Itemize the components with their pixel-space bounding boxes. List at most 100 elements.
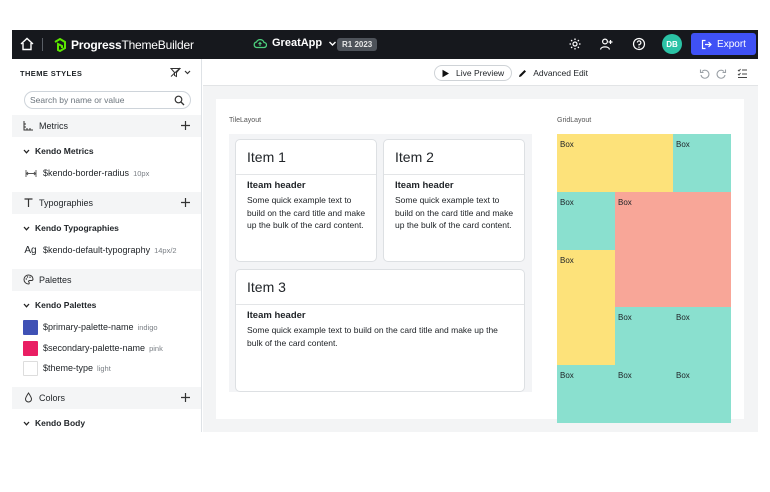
grid-box: Box <box>673 134 731 192</box>
add-typography-icon[interactable] <box>180 197 191 208</box>
add-user-icon[interactable] <box>599 37 613 51</box>
section-palettes[interactable]: Palettes <box>12 269 201 291</box>
grid-box: Box <box>615 192 731 307</box>
section-label: Metrics <box>39 121 68 131</box>
add-metric-icon[interactable] <box>180 120 191 131</box>
group-label: Kendo Palettes <box>35 300 97 310</box>
section-label: Palettes <box>39 275 72 285</box>
card-title: Item 1 <box>236 140 376 175</box>
checklist-icon[interactable] <box>737 68 748 79</box>
search-icon <box>174 95 185 106</box>
release-badge: R1 2023 <box>337 38 378 51</box>
filter-dropdown-icon[interactable] <box>170 67 192 78</box>
variable-value: indigo <box>137 322 158 332</box>
variable-name: $secondary-palette-name <box>43 343 146 353</box>
sidebar-title: THEME STYLES <box>20 69 83 78</box>
export-label: Export <box>717 38 746 50</box>
section-colors[interactable]: Colors <box>12 387 201 409</box>
grid-box: Box <box>557 192 615 250</box>
variable-value: light <box>97 363 111 373</box>
variable-kendo-default-typography[interactable]: Ag $kendo-default-typography 14px/2 <box>23 242 176 258</box>
app-name: GreatApp <box>272 37 323 49</box>
search-placeholder: Search by name or value <box>30 95 125 105</box>
app-window: ProgressThemeBuilder GreatApp R1 2023 DB… <box>12 30 758 432</box>
palette-icon <box>23 274 34 285</box>
section-typographies[interactable]: Typographies <box>12 192 201 214</box>
live-preview-button[interactable]: Live Preview <box>434 65 513 81</box>
group-kendo-palettes[interactable]: Kendo Palettes <box>23 300 96 310</box>
preview-toolbar: Live Preview Advanced Edit <box>203 59 758 86</box>
tile-layout-label: TileLayout <box>229 117 262 124</box>
tile-card-3[interactable]: Item 3 Iteam header Some quick example t… <box>235 269 525 392</box>
chevron-down-icon <box>329 41 337 46</box>
search-input[interactable]: Search by name or value <box>24 91 191 109</box>
group-label: Kendo Typographies <box>35 223 119 233</box>
export-icon <box>701 39 712 49</box>
undo-icon[interactable] <box>699 68 710 79</box>
ruler-icon <box>23 121 33 131</box>
group-kendo-body[interactable]: Kendo Body <box>23 418 85 428</box>
border-radius-icon <box>25 169 36 177</box>
typography-icon <box>24 198 33 207</box>
theme-styles-sidebar: THEME STYLES Search by name or value Met… <box>12 59 202 432</box>
typography-sample-icon: Ag <box>24 244 37 256</box>
variable-value: pink <box>149 343 163 353</box>
advanced-edit-label: Advanced Edit <box>533 68 589 78</box>
variable-kendo-border-radius[interactable]: $kendo-border-radius 10px <box>23 165 149 181</box>
live-preview-label: Live Preview <box>456 68 505 78</box>
section-label: Typographies <box>39 198 94 208</box>
variable-name: $kendo-default-typography <box>43 245 151 255</box>
section-label: Colors <box>39 393 66 403</box>
variable-primary-palette-name[interactable]: $primary-palette-name indigo <box>23 319 158 335</box>
grid-box: Box <box>673 365 731 423</box>
export-button[interactable]: Export <box>691 33 756 55</box>
home-icon[interactable] <box>19 36 35 52</box>
tile-card-2[interactable]: Item 2 Iteam header Some quick example t… <box>383 139 525 262</box>
preview-canvas: TileLayout GridLayout Item 1 Iteam heade… <box>216 99 744 423</box>
color-swatch <box>23 319 38 335</box>
redo-icon[interactable] <box>716 68 727 79</box>
card-text: Some quick example text to build on the … <box>247 195 366 230</box>
color-swatch <box>23 340 38 356</box>
group-kendo-metrics[interactable]: Kendo Metrics <box>23 146 94 156</box>
topbar-divider <box>42 38 43 51</box>
app-selector[interactable]: GreatApp <box>253 37 337 49</box>
grid-box: Box <box>557 250 615 365</box>
card-header: Iteam header <box>395 180 454 191</box>
pencil-icon <box>519 69 527 77</box>
tile-card-1[interactable]: Item 1 Iteam header Some quick example t… <box>235 139 377 262</box>
variable-name: $kendo-border-radius <box>43 168 130 178</box>
variable-theme-type[interactable]: $theme-type light <box>23 360 111 376</box>
section-metrics[interactable]: Metrics <box>12 115 201 137</box>
progress-logo-icon <box>54 37 66 52</box>
add-color-icon[interactable] <box>180 392 191 403</box>
chevron-down-icon <box>23 149 30 154</box>
card-text: Some quick example text to build on the … <box>395 195 514 230</box>
advanced-edit-button[interactable]: Advanced Edit <box>512 65 595 81</box>
group-kendo-typographies[interactable]: Kendo Typographies <box>23 223 119 233</box>
drop-icon <box>24 392 33 403</box>
grid-box: Box <box>615 307 673 365</box>
card-text: Some quick example text to build on the … <box>247 325 498 348</box>
card-title: Item 2 <box>384 140 524 175</box>
grid-box: Box <box>557 365 615 423</box>
brand-product: ThemeBuilder <box>121 37 194 52</box>
preview-area: Live Preview Advanced Edit TileLayout Gr… <box>203 59 758 432</box>
mode-switch: Live Preview Advanced Edit <box>434 65 595 81</box>
grid-layout-label: GridLayout <box>557 117 592 124</box>
card-header: Iteam header <box>247 180 306 191</box>
grid-box: Box <box>557 134 673 192</box>
help-icon[interactable] <box>632 37 646 51</box>
gear-icon[interactable] <box>568 37 582 51</box>
chevron-down-icon <box>23 421 30 426</box>
grid-box: Box <box>673 307 731 365</box>
variable-secondary-palette-name[interactable]: $secondary-palette-name pink <box>23 340 163 356</box>
group-label: Kendo Metrics <box>35 146 94 156</box>
card-header: Iteam header <box>247 310 306 321</box>
variable-name: $primary-palette-name <box>43 322 134 332</box>
chevron-down-icon <box>23 303 30 308</box>
group-label: Kendo Body <box>35 418 86 428</box>
brand-logo: ProgressThemeBuilder <box>53 36 194 53</box>
cloud-icon <box>253 38 267 49</box>
user-avatar[interactable]: DB <box>662 34 682 54</box>
